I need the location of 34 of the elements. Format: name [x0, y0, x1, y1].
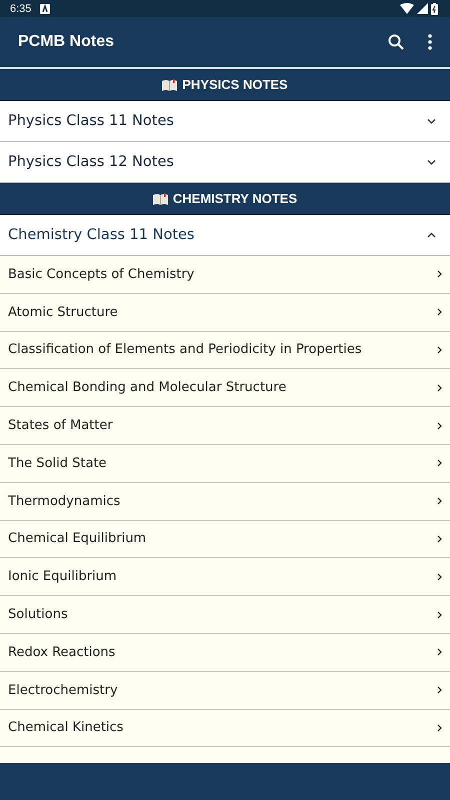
- chevron-right-icon: [437, 422, 442, 430]
- chevron-right-icon: [437, 497, 442, 506]
- expandable-row[interactable]: Physics Class 11 Notes: [0, 101, 450, 142]
- section-title: PHYSICS NOTES: [182, 77, 288, 92]
- chevron-right-icon: [437, 534, 442, 543]
- list-item[interactable]: Chemical Equilibrium: [0, 520, 450, 558]
- app-title: PCMB Notes: [18, 33, 116, 51]
- chevron-right-icon: [437, 648, 442, 656]
- chevron-up-icon: [427, 232, 436, 238]
- chevron-down-icon: [427, 158, 436, 166]
- chevron-right-icon: [437, 724, 442, 732]
- chevron-right-icon: [437, 686, 442, 694]
- chevron-right-icon: [437, 610, 442, 619]
- search-icon[interactable]: [388, 34, 404, 50]
- chevron-right-icon: [437, 384, 442, 392]
- wifi-icon: [400, 3, 414, 14]
- notification-icon: [40, 4, 50, 14]
- chevron-right-icon: [437, 459, 442, 468]
- more-icon[interactable]: [428, 34, 432, 50]
- book-icon: [162, 78, 178, 90]
- chevron-right-icon: [437, 270, 442, 278]
- section-title: CHEMISTRY NOTES: [172, 191, 298, 206]
- signal-icon: [417, 3, 428, 14]
- expandable-row[interactable]: Physics Class 12 Notes: [0, 142, 450, 183]
- clock: 6:35: [10, 2, 32, 14]
- chevron-right-icon: [437, 308, 442, 316]
- list-item[interactable]: Chemical Kinetics: [0, 710, 450, 748]
- chevron-right-icon: [437, 572, 442, 581]
- battery-icon: [431, 2, 438, 14]
- list-item[interactable]: Classification of Elements and Periodicity in Properties: [0, 332, 450, 370]
- chevron-right-icon: [437, 346, 442, 354]
- expandable-row[interactable]: Chemistry Class 11 Notes: [0, 215, 450, 256]
- chevron-down-icon: [427, 118, 436, 124]
- book-icon: [152, 192, 168, 204]
